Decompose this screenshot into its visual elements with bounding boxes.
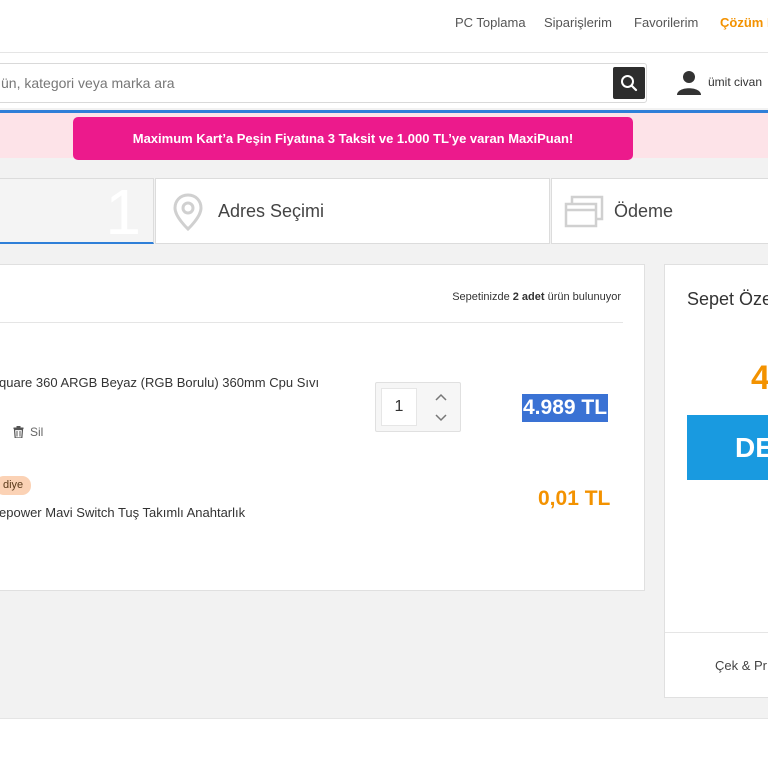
quantity-decrease-button[interactable] <box>434 411 448 425</box>
page: PC Toplama Siparişlerim Favorilerim Çözü… <box>0 0 768 768</box>
footer-bar <box>0 718 768 768</box>
search-box <box>0 63 647 103</box>
summary-title: Sepet Özeti <box>687 289 768 309</box>
chevron-up-icon <box>435 393 447 401</box>
step-number: 1 <box>105 176 141 248</box>
top-nav: PC Toplama Siparişlerim Favorilerim Çözü… <box>0 0 768 52</box>
header: ümit civan <box>0 52 768 108</box>
step-payment[interactable]: Ödeme <box>551 178 768 244</box>
quantity-increase-button[interactable] <box>434 390 448 404</box>
nav-favorilerim[interactable]: Favorilerim <box>634 15 698 30</box>
promo-button[interactable]: Maximum Kart’a Peşin Fiyatına 3 Taksit v… <box>73 117 633 160</box>
gift-check-link[interactable]: Çek & Pr <box>715 658 767 673</box>
chevron-down-icon <box>435 414 447 422</box>
cart-count-number: 2 adet <box>512 291 545 303</box>
nav-pc-toplama[interactable]: PC Toplama <box>455 15 526 30</box>
delete-button[interactable]: Sil <box>13 425 43 439</box>
cart-count-suffix: ürün bulunuyor <box>544 291 621 303</box>
quantity-stepper <box>375 382 461 432</box>
search-icon <box>621 75 638 92</box>
promo-banner: Maximum Kart’a Peşin Fiyatına 3 Taksit v… <box>0 110 768 160</box>
divider <box>665 632 768 633</box>
product-title[interactable]: quare 360 ARGB Beyaz (RGB Borulu) 360mm … <box>0 375 319 390</box>
summary-total: 4 <box>751 359 768 397</box>
trash-icon <box>13 426 24 438</box>
cart-summary: Sepet Özeti 4 DE Çek & Pr <box>664 264 768 698</box>
user-icon <box>677 71 701 95</box>
nav-cozum-merkezi[interactable]: Çözüm Merkezi <box>720 15 768 30</box>
user-name: ümit civan <box>708 75 763 89</box>
step-address[interactable]: Adres Seçimi <box>155 178 550 244</box>
user-account[interactable]: ümit civan <box>676 67 762 97</box>
cart-count-prefix: Sepetinizde <box>452 291 513 303</box>
search-button[interactable] <box>613 67 645 99</box>
checkout-steps: 1 Adres Seçimi Ödeme <box>0 176 768 248</box>
gift-product-title[interactable]: epower Mavi Switch Tuş Takımlı Anahtarlı… <box>0 505 245 520</box>
card-stack-icon <box>564 195 604 228</box>
search-input[interactable] <box>0 64 601 102</box>
cart-count: Sepetinizde 2 adet ürün bulunuyor <box>452 291 621 303</box>
step-payment-label: Ödeme <box>614 201 674 221</box>
product-price: 4.989 TL <box>522 394 609 422</box>
step-address-label: Adres Seçimi <box>218 201 325 221</box>
location-pin-icon <box>173 193 203 231</box>
continue-button[interactable]: DE <box>687 415 768 480</box>
cart-panel: Sepetinizde 2 adet ürün bulunuyor quare … <box>0 264 645 591</box>
gift-badge: diye <box>0 476 32 495</box>
divider <box>0 322 623 323</box>
step-cart[interactable]: 1 <box>0 176 154 248</box>
gift-product-price: 0,01 TL <box>538 487 611 510</box>
delete-label: Sil <box>30 425 44 439</box>
nav-siparislerim[interactable]: Siparişlerim <box>544 15 612 30</box>
quantity-input[interactable] <box>381 388 417 426</box>
